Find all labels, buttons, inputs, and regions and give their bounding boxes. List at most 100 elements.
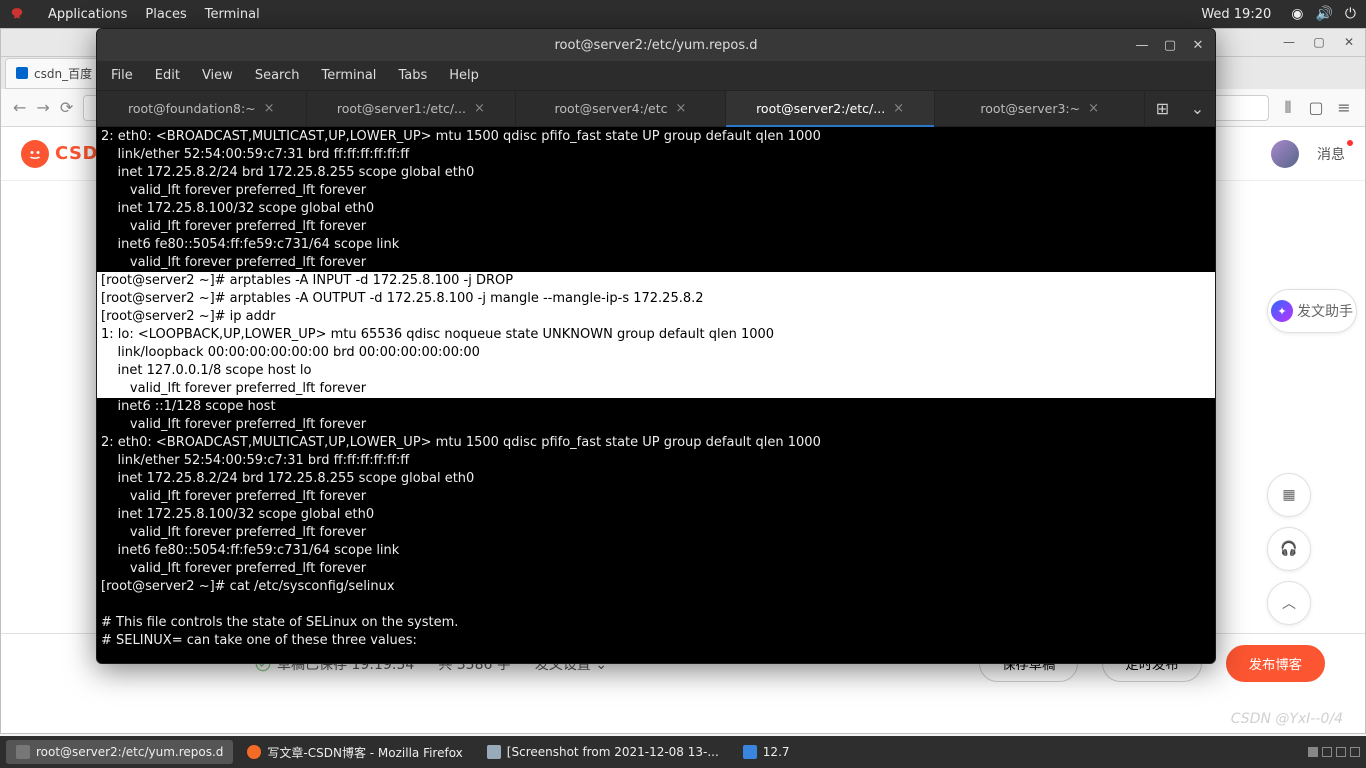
tab-close-icon[interactable]: × [676,101,687,116]
terminal-line: [root@server2 ~]# cat /etc/sysconfig/sel… [97,578,1215,596]
browser-tab[interactable]: csdn_百度 [5,58,103,89]
terminal-line: inet 127.0.0.1/8 scope host lo [97,362,1215,380]
terminal-line: inet 172.25.8.2/24 brd 172.25.8.255 scop… [97,470,1215,488]
menu-applications[interactable]: Applications [48,7,127,22]
terminal-line: valid_lft forever preferred_lft forever [97,254,1215,272]
maximize-icon[interactable]: ▢ [1311,35,1327,51]
terminal-line: link/loopback 00:00:00:00:00:00 brd 00:0… [97,344,1215,362]
tab-close-icon[interactable]: × [264,101,275,116]
terminal-line: inet6 ::1/128 scope host [97,398,1215,416]
terminal-line: [root@server2 ~]# arptables -A INPUT -d … [97,272,1215,290]
wifi-icon[interactable]: ◉ [1291,6,1303,22]
activities-hat-icon[interactable] [10,7,30,22]
chevron-up-icon: ︿ [1282,593,1296,613]
watermark: CSDN @YxI--0/4 [1231,711,1343,727]
terminal-menubar: File Edit View Search Terminal Tabs Help [97,61,1215,91]
terminal-tab[interactable]: root@server3:~ × [935,91,1145,126]
task-terminal[interactable]: root@server2:/etc/yum.repos.d [6,740,233,764]
tab-close-icon[interactable]: × [893,101,904,116]
browser-tab-label: csdn_百度 [34,65,92,82]
library-icon[interactable]: ⫴ [1279,98,1297,118]
menu-icon[interactable]: ≡ [1335,98,1353,117]
terminal-line: valid_lft forever preferred_lft forever [97,182,1215,200]
terminal-maximize-icon[interactable]: ▢ [1161,36,1179,54]
power-icon[interactable]: ⏻ [1345,6,1356,22]
terminal-tabs: root@foundation8:~×root@server1:/etc/...… [97,91,1215,127]
gnome-topbar: Applications Places Terminal Wed 19:20 ◉… [0,0,1366,28]
clock[interactable]: Wed 19:20 [260,7,1292,22]
qrcode-button[interactable]: ▦ [1267,473,1311,517]
terminal-line: # SELINUX= can take one of these three v… [97,632,1215,650]
workspace-1[interactable] [1308,747,1318,757]
menu-places[interactable]: Places [145,7,186,22]
writing-assistant-button[interactable]: ✦ 发文助手 [1267,289,1357,333]
terminal-tab-label: root@foundation8:~ [128,101,256,116]
terminal-line: valid_lft forever preferred_lft forever [97,488,1215,506]
menu-search[interactable]: Search [255,68,300,83]
terminal-line: inet6 fe80::5054:ff:fe59:c731/64 scope l… [97,236,1215,254]
terminal-minimize-icon[interactable]: — [1133,36,1151,54]
menu-tabs[interactable]: Tabs [398,68,427,83]
terminal-tab-label: root@server3:~ [980,101,1080,116]
menu-help[interactable]: Help [449,68,479,83]
close-icon[interactable]: ✕ [1341,35,1357,51]
menu-view[interactable]: View [202,68,233,83]
sidebar-icon[interactable]: ▢ [1307,98,1325,117]
task-firefox[interactable]: 写文章-CSDN博客 - Mozilla Firefox [237,740,472,764]
terminal-close-icon[interactable]: ✕ [1189,36,1207,54]
menu-edit[interactable]: Edit [155,68,180,83]
task-screenshot[interactable]: [Screenshot from 2021-12-08 13-... [477,740,729,764]
writing-assistant-label: 发文助手 [1297,301,1353,321]
reload-button[interactable]: ⟳ [60,98,73,117]
terminal-task-icon [16,745,30,759]
workspace-switcher[interactable] [1308,747,1360,757]
terminal-line: valid_lft forever preferred_lft forever [97,218,1215,236]
terminal-titlebar[interactable]: root@server2:/etc/yum.repos.d — ▢ ✕ [97,29,1215,61]
scroll-top-button[interactable]: ︿ [1267,581,1311,625]
avatar[interactable] [1271,140,1299,168]
workspace-3[interactable] [1336,747,1346,757]
workspace-2[interactable] [1322,747,1332,757]
back-button[interactable]: ← [13,98,26,117]
firefox-task-icon [247,745,261,759]
forward-button[interactable]: → [36,98,49,117]
support-button[interactable]: 🎧 [1267,527,1311,571]
tab-close-icon[interactable]: × [1088,101,1099,116]
doc-task-icon [743,745,757,759]
new-tab-icon[interactable]: ⊞ [1156,99,1169,118]
terminal-line: inet 172.25.8.100/32 scope global eth0 [97,506,1215,524]
terminal-line: 1: lo: <LOOPBACK,UP,LOWER_UP> mtu 65536 … [97,326,1215,344]
terminal-line: # This file controls the state of SELinu… [97,614,1215,632]
terminal-line: inet 172.25.8.100/32 scope global eth0 [97,200,1215,218]
terminal-tab[interactable]: root@server1:/etc/... × [307,91,517,126]
tab-close-icon[interactable]: × [474,101,485,116]
terminal-body[interactable]: 2: eth0: <BROADCAST,MULTICAST,UP,LOWER_U… [97,127,1215,663]
terminal-tab-label: root@server4:/etc [555,101,668,116]
gnome-bottombar: root@server2:/etc/yum.repos.d 写文章-CSDN博客… [0,736,1366,768]
terminal-tab[interactable]: root@server4:/etc × [516,91,726,126]
assistant-icon: ✦ [1271,300,1293,322]
csdn-brand: CSD [55,143,98,164]
publish-button[interactable]: 发布博客 [1226,645,1325,682]
terminal-line: valid_lft forever preferred_lft forever [97,380,1215,398]
task-document[interactable]: 12.7 [733,740,800,764]
volume-icon[interactable]: 🔊 [1315,6,1332,22]
image-task-icon [487,745,501,759]
terminal-tab-label: root@server2:/etc/... [756,101,885,116]
terminal-line: inet 172.25.8.2/24 brd 172.25.8.255 scop… [97,164,1215,182]
menu-terminal[interactable]: Terminal [205,7,260,22]
messages-link[interactable]: 消息 [1317,144,1345,164]
terminal-tab[interactable]: root@foundation8:~ × [97,91,307,126]
terminal-title: root@server2:/etc/yum.repos.d [554,38,757,53]
csdn-logo[interactable]: CSD [21,140,98,168]
terminal-line: valid_lft forever preferred_lft forever [97,524,1215,542]
workspace-4[interactable] [1350,747,1360,757]
menu-file[interactable]: File [111,68,133,83]
terminal-line: 2: eth0: <BROADCAST,MULTICAST,UP,LOWER_U… [97,128,1215,146]
minimize-icon[interactable]: — [1281,35,1297,51]
terminal-tab-label: root@server1:/etc/... [337,101,466,116]
menu-terminal-m[interactable]: Terminal [321,68,376,83]
favicon-icon [16,67,28,79]
terminal-tab[interactable]: root@server2:/etc/... × [726,91,936,126]
tab-menu-icon[interactable]: ⌄ [1191,99,1204,118]
